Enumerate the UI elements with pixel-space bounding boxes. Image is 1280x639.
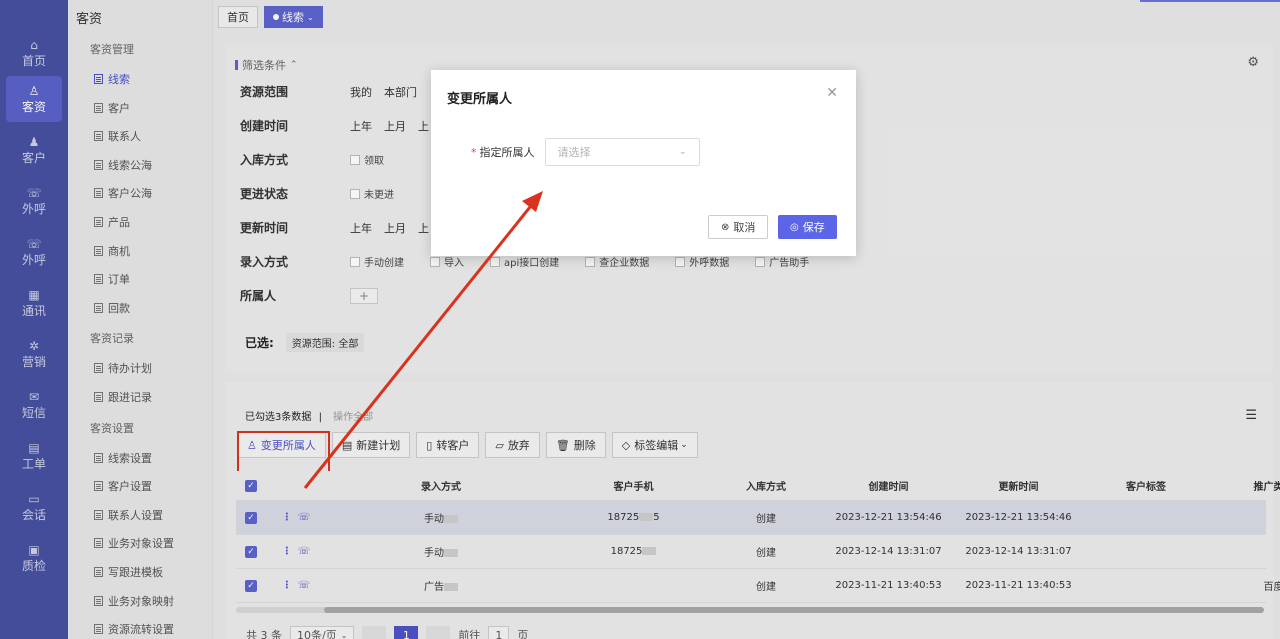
arrow-line xyxy=(303,201,536,489)
arrow-head xyxy=(522,191,543,212)
app-root: ⌂ 首页 ♙ 客资 ♟ 客户 ☏ 外呼 ☏ 外呼 ▦ 通讯 ✲ 营销 ✉ 短信 ▤ 工单 ▭ 会话 ▣ 质检 客资 客资管… xyxy=(0,0,1280,639)
annotation-arrow xyxy=(303,191,543,489)
